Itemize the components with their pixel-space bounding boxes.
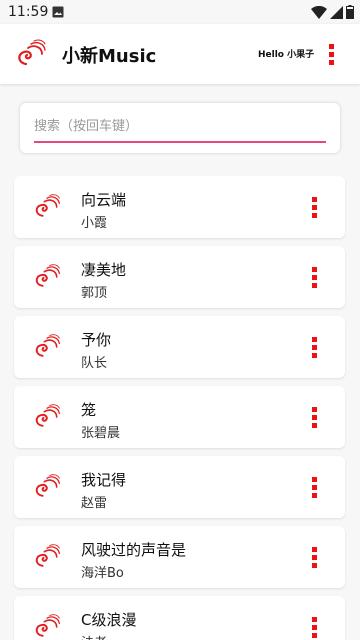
song-artist: 队长 bbox=[81, 356, 108, 371]
swirl-logo-icon bbox=[35, 544, 60, 567]
search-input[interactable] bbox=[34, 113, 326, 143]
song-artist: 张碧晨 bbox=[81, 426, 121, 441]
swirl-logo-icon bbox=[35, 404, 60, 427]
swirl-logo-icon bbox=[18, 39, 46, 66]
song-artist: 郭顶 bbox=[81, 286, 108, 301]
song-title: 笼 bbox=[81, 401, 97, 419]
song-item[interactable]: 予你 队长 bbox=[14, 316, 345, 378]
battery-icon bbox=[346, 5, 354, 19]
song-title: 风驶过的声音是 bbox=[81, 541, 187, 559]
song-artist: 小霞 bbox=[81, 216, 108, 231]
more-vert-icon[interactable] bbox=[308, 615, 322, 639]
song-item[interactable]: 笼 张碧晨 bbox=[14, 386, 345, 448]
swirl-logo-icon bbox=[35, 194, 60, 217]
song-title: 予你 bbox=[81, 331, 112, 349]
song-title: 凄美地 bbox=[81, 261, 127, 279]
song-item[interactable]: 向云端 小霞 bbox=[14, 176, 345, 238]
swirl-logo-icon bbox=[35, 614, 60, 637]
more-vert-icon[interactable] bbox=[308, 475, 322, 499]
signal-icon bbox=[330, 5, 343, 19]
status-time: 11:59 bbox=[8, 4, 49, 20]
wifi-icon bbox=[311, 5, 327, 19]
image-icon bbox=[52, 6, 64, 18]
song-list[interactable]: 向云端 小霞 凄美地 郭顶 予你 队长 笼 张碧晨 我记得 赵雷 风驶过的声音是… bbox=[14, 176, 345, 640]
song-item[interactable]: 我记得 赵雷 bbox=[14, 456, 345, 518]
user-greeting[interactable]: Hello 小果子 bbox=[258, 47, 314, 60]
song-artist: 赵雷 bbox=[81, 496, 108, 511]
more-vert-icon[interactable] bbox=[308, 405, 322, 429]
status-right-icons bbox=[311, 5, 354, 19]
more-vert-icon[interactable] bbox=[308, 545, 322, 569]
search-card bbox=[20, 103, 340, 153]
song-title: 我记得 bbox=[81, 471, 127, 489]
swirl-logo-icon bbox=[35, 474, 60, 497]
song-item[interactable]: 凄美地 郭顶 bbox=[14, 246, 345, 308]
swirl-logo-icon bbox=[35, 334, 60, 357]
song-artist: 法老 bbox=[81, 632, 107, 640]
status-bar: 11:59 bbox=[0, 0, 360, 24]
app-bar: 小新Music Hello 小果子 bbox=[0, 24, 360, 84]
song-title: C级浪漫 bbox=[81, 611, 137, 629]
song-item[interactable]: C级浪漫 法老 bbox=[14, 596, 345, 640]
more-vert-icon[interactable] bbox=[308, 265, 322, 289]
song-item[interactable]: 风驶过的声音是 海洋Bo bbox=[14, 526, 345, 588]
more-vert-icon[interactable] bbox=[308, 335, 322, 359]
more-vert-icon[interactable] bbox=[325, 42, 343, 66]
song-title: 向云端 bbox=[81, 191, 127, 209]
song-artist: 海洋Bo bbox=[81, 566, 124, 581]
more-vert-icon[interactable] bbox=[308, 195, 322, 219]
swirl-logo-icon bbox=[35, 264, 60, 287]
app-title: 小新Music bbox=[62, 46, 157, 67]
